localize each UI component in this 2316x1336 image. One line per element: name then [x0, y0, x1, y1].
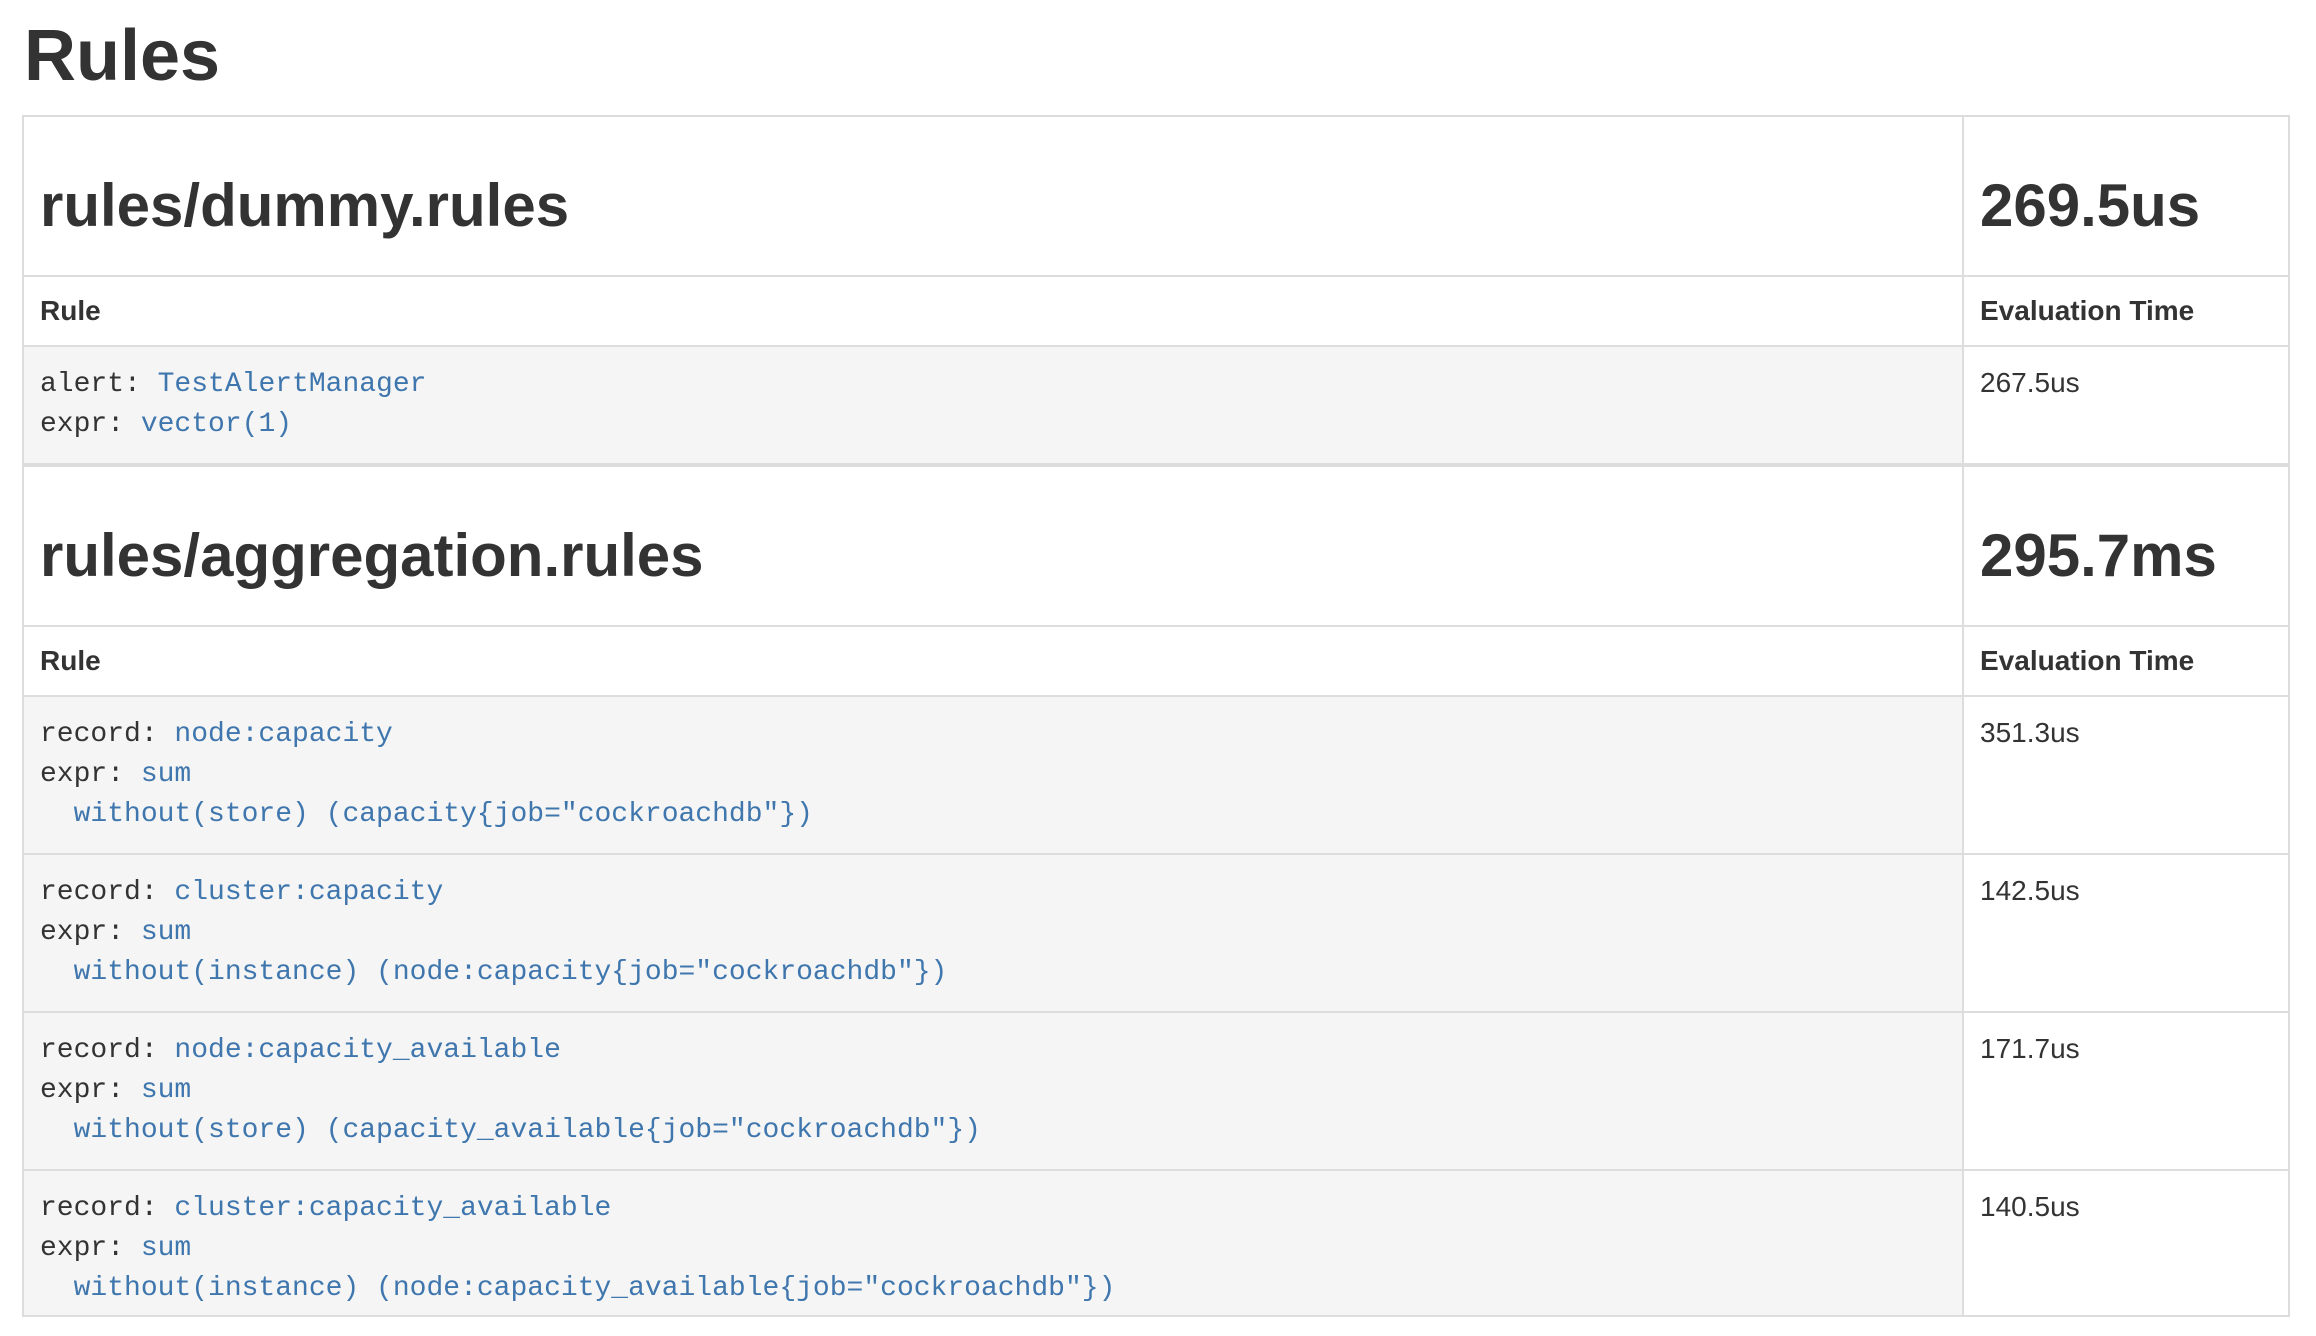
rule-keyword: record:	[40, 1035, 174, 1066]
rule-group-table: rules/aggregation.rules 295.7ms RuleEvalua…	[22, 465, 2290, 1317]
rule-file-row: rules/aggregation.rules 295.7ms	[23, 466, 2289, 626]
group-evaluation-total-cell: 269.5us	[1963, 116, 2289, 276]
evaluation-time-cell: 171.7us	[1963, 1012, 2289, 1170]
rule-link[interactable]: sum	[141, 1233, 191, 1264]
rule-definition-line: without(instance) (node:capacity{job="co…	[40, 953, 1946, 993]
table-row: record: node:capacityexpr: sum without(s…	[23, 696, 2289, 854]
evaluation-time-cell: 142.5us	[1963, 854, 2289, 1012]
rule-definition-line: without(store) (capacity_available{job="…	[40, 1111, 1946, 1151]
rule-link[interactable]: TestAlertManager	[158, 369, 427, 400]
rule-file-name: rules/aggregation.rules	[40, 523, 1946, 589]
rule-link[interactable]: sum	[141, 759, 191, 790]
rule-definition: record: node:capacity_availableexpr: sum…	[40, 1031, 1946, 1151]
column-header-evaluation-time: Evaluation Time	[1963, 626, 2289, 696]
rule-keyword: record:	[40, 877, 174, 908]
table-row: record: node:capacity_availableexpr: sum…	[23, 1012, 2289, 1170]
rule-link[interactable]: without(instance) (node:capacity_availab…	[40, 1273, 1115, 1304]
rule-group-table: rules/dummy.rules 269.5us RuleEvaluation T…	[22, 115, 2290, 465]
rule-file-cell: rules/dummy.rules	[23, 116, 1963, 276]
rule-definition-line: expr: vector(1)	[40, 405, 1946, 445]
rule-definition-line: record: node:capacity	[40, 715, 1946, 755]
rule-keyword: expr:	[40, 1075, 141, 1106]
rule-cell: record: node:capacityexpr: sum without(s…	[23, 696, 1963, 854]
group-evaluation-total: 295.7ms	[1980, 523, 2272, 589]
table-row: record: cluster:capacity_availableexpr: …	[23, 1170, 2289, 1316]
column-header-row: RuleEvaluation Time	[23, 276, 2289, 346]
column-header-row: RuleEvaluation Time	[23, 626, 2289, 696]
table-row: record: cluster:capacityexpr: sum withou…	[23, 854, 2289, 1012]
rule-definition-line: expr: sum	[40, 1071, 1946, 1111]
evaluation-time-cell: 267.5us	[1963, 346, 2289, 464]
rule-keyword: expr:	[40, 409, 141, 440]
rule-keyword: record:	[40, 1193, 174, 1224]
rule-definition-line: expr: sum	[40, 755, 1946, 795]
rule-link[interactable]: without(instance) (node:capacity{job="co…	[40, 957, 947, 988]
rule-groups: rules/dummy.rules269.5usRuleEvaluation T…	[22, 115, 2290, 1317]
rule-definition-line: without(store) (capacity{job="cockroachd…	[40, 795, 1946, 835]
rule-definition: record: cluster:capacityexpr: sum withou…	[40, 873, 1946, 993]
rule-file-row: rules/dummy.rules 269.5us	[23, 116, 2289, 276]
table-row: alert: TestAlertManagerexpr: vector(1)26…	[23, 346, 2289, 464]
rule-link[interactable]: sum	[141, 917, 191, 948]
rule-keyword: expr:	[40, 1233, 141, 1264]
rule-link[interactable]: cluster:capacity	[174, 877, 443, 908]
rule-definition-line: record: cluster:capacity_available	[40, 1189, 1946, 1229]
column-header-evaluation-time: Evaluation Time	[1963, 276, 2289, 346]
rule-definition-line: without(instance) (node:capacity_availab…	[40, 1269, 1946, 1309]
evaluation-time-cell: 351.3us	[1963, 696, 2289, 854]
rule-file-cell: rules/aggregation.rules	[23, 466, 1963, 626]
rule-cell: record: node:capacity_availableexpr: sum…	[23, 1012, 1963, 1170]
column-header-rule: Rule	[23, 626, 1963, 696]
rule-definition-line: record: node:capacity_available	[40, 1031, 1946, 1071]
rule-definition-line: expr: sum	[40, 913, 1946, 953]
rule-definition: record: node:capacityexpr: sum without(s…	[40, 715, 1946, 835]
rule-definition: alert: TestAlertManagerexpr: vector(1)	[40, 365, 1946, 445]
rule-definition-line: record: cluster:capacity	[40, 873, 1946, 913]
rule-link[interactable]: node:capacity	[174, 719, 392, 750]
column-header-rule: Rule	[23, 276, 1963, 346]
rule-link[interactable]: node:capacity_available	[174, 1035, 560, 1066]
rule-definition-line: alert: TestAlertManager	[40, 365, 1946, 405]
rule-link[interactable]: without(store) (capacity{job="cockroachd…	[40, 799, 813, 830]
rule-cell: record: cluster:capacity_availableexpr: …	[23, 1170, 1963, 1316]
rule-link[interactable]: cluster:capacity_available	[174, 1193, 611, 1224]
rules-page: Rules rules/dummy.rules269.5usRuleEvalua…	[0, 14, 2316, 1317]
rule-definition-line: expr: sum	[40, 1229, 1946, 1269]
rule-keyword: expr:	[40, 759, 141, 790]
evaluation-time-cell: 140.5us	[1963, 1170, 2289, 1316]
rule-cell: record: cluster:capacityexpr: sum withou…	[23, 854, 1963, 1012]
rule-keyword: expr:	[40, 917, 141, 948]
page-title: Rules	[24, 14, 2290, 98]
rule-link[interactable]: without(store) (capacity_available{job="…	[40, 1115, 981, 1146]
group-evaluation-total-cell: 295.7ms	[1963, 466, 2289, 626]
rule-link[interactable]: sum	[141, 1075, 191, 1106]
rule-definition: record: cluster:capacity_availableexpr: …	[40, 1189, 1946, 1309]
rule-keyword: record:	[40, 719, 174, 750]
group-evaluation-total: 269.5us	[1980, 173, 2272, 239]
rule-file-name: rules/dummy.rules	[40, 173, 1946, 239]
rule-keyword: alert:	[40, 369, 158, 400]
rule-cell: alert: TestAlertManagerexpr: vector(1)	[23, 346, 1963, 464]
rule-link[interactable]: vector(1)	[141, 409, 292, 440]
